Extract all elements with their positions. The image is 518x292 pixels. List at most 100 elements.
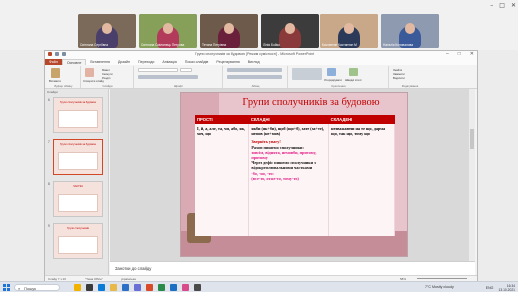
start-button[interactable] bbox=[3, 284, 10, 291]
participant-tile[interactable]: Лiлiя Бойко bbox=[261, 14, 319, 48]
shapes-gallery-icon[interactable] bbox=[292, 68, 322, 80]
app-icon[interactable] bbox=[182, 284, 189, 291]
participant-tile[interactable]: Світлана Сергіївна bbox=[78, 14, 136, 48]
clipboard-group: Вставити Буфер обміну bbox=[47, 66, 81, 88]
taskbar-search[interactable]: ⌕ Пошук bbox=[14, 284, 60, 291]
weather-app-icon[interactable] bbox=[74, 284, 81, 291]
scrollbar-thumb[interactable] bbox=[470, 129, 474, 149]
edge-browser-icon[interactable] bbox=[98, 284, 105, 291]
font-group: Шрифт bbox=[135, 66, 223, 88]
select-button[interactable]: Виділити bbox=[393, 76, 405, 80]
slide-title[interactable]: Групи сполучників за будовою bbox=[221, 97, 401, 108]
notes-pane[interactable]: Занотки до слайду bbox=[110, 261, 475, 276]
quick-styles-icon[interactable] bbox=[349, 68, 358, 76]
undo-icon[interactable] bbox=[62, 52, 66, 56]
editing-group: Знайти Замінити Виділити Редагування bbox=[390, 66, 430, 88]
ppt-window-controls: – □ ✕ bbox=[446, 51, 474, 57]
conjunctions-table[interactable]: ПРОСТІ СКЛАДНІ СКЛАДЕНІ І, й, а, але, та… bbox=[195, 115, 395, 236]
font-name-select[interactable] bbox=[138, 68, 178, 72]
font-size-select[interactable] bbox=[180, 68, 192, 72]
task-view-icon[interactable] bbox=[86, 284, 93, 291]
close-button[interactable]: ✕ bbox=[511, 2, 516, 10]
participant-name: Лiлiя Бойко bbox=[263, 43, 280, 47]
clock-date: 13.10.2021 bbox=[498, 287, 515, 292]
note-examples: зовсім, віднята, немовби, притому, причо… bbox=[251, 149, 317, 161]
arrange-icon[interactable] bbox=[327, 68, 336, 76]
section-button[interactable]: Розділ bbox=[102, 76, 110, 80]
participant-head bbox=[344, 23, 354, 34]
simple-conjunctions-cell: І, й, а, але, та, чи, або, як, хоч, що bbox=[195, 124, 250, 236]
maximize-button[interactable]: □ bbox=[458, 51, 461, 57]
complex-examples: якби (як+би), щоб (що+б), зате (за+те), … bbox=[251, 126, 325, 137]
drawing-group: Упорядкувати Швидкі стилі Креслення bbox=[289, 66, 389, 88]
thumbnail-title: Групи сполучників bbox=[67, 227, 89, 230]
input-language[interactable]: ENG bbox=[486, 286, 494, 290]
group-label: Шрифт bbox=[173, 84, 184, 88]
new-slide-icon[interactable] bbox=[85, 68, 94, 77]
search-icon: ⌕ bbox=[18, 286, 21, 291]
desktop-screen: – □ ✕ Світлана Сергіївна Світлана Смілян… bbox=[0, 0, 518, 292]
powerpoint-window: Групи сполучників за будовою [Режим сумі… bbox=[44, 50, 478, 281]
thumbnails-header[interactable]: Слайди bbox=[47, 90, 58, 94]
list-icons[interactable] bbox=[227, 68, 282, 72]
slide-number: 6 bbox=[48, 98, 50, 102]
quick-access-toolbar bbox=[48, 52, 66, 56]
participant-tile[interactable]: Костянтин Костянтин М bbox=[320, 14, 378, 48]
thumbnail-table bbox=[58, 152, 98, 170]
participant-head bbox=[102, 23, 112, 34]
file-explorer-icon[interactable] bbox=[110, 284, 117, 291]
align-icons[interactable] bbox=[227, 75, 282, 79]
group-label: Креслення bbox=[331, 84, 346, 88]
table-header: ПРОСТІ bbox=[195, 115, 249, 124]
group-label: Буфер обміну bbox=[54, 84, 73, 88]
search-label: Пошук bbox=[24, 286, 37, 291]
participant-name: Світлана Смілянець Петрова bbox=[141, 43, 185, 47]
participant-tile[interactable]: Тетяна Петрівна bbox=[200, 14, 258, 48]
participant-tile[interactable]: Світлана Смілянець Петрова bbox=[139, 14, 197, 48]
zoom-slider[interactable] bbox=[417, 278, 467, 279]
weather-widget[interactable]: 7°C Mostly cloudy bbox=[425, 282, 454, 292]
slide-number: 8 bbox=[48, 182, 50, 186]
compound-conjunctions-cell: незважаючи на те що, дарма що, так що, т… bbox=[328, 124, 395, 236]
participant-tile[interactable]: Наталія Коновалова bbox=[381, 14, 439, 48]
thumbnail-title: Групи сполучників за будовою bbox=[59, 101, 97, 104]
word-icon[interactable] bbox=[170, 284, 177, 291]
notes-placeholder[interactable]: Занотки до слайду bbox=[115, 266, 151, 271]
clock[interactable]: 16:34 13.10.2021 bbox=[498, 284, 515, 292]
table-header: СКЛАДНІ bbox=[248, 115, 329, 124]
app-icon[interactable] bbox=[194, 284, 201, 291]
participant-head bbox=[163, 23, 173, 34]
mail-icon[interactable] bbox=[122, 284, 129, 291]
group-label: Редагування bbox=[401, 84, 419, 88]
font-format-icons[interactable] bbox=[138, 75, 198, 79]
paste-button[interactable]: Вставити bbox=[49, 79, 61, 83]
paste-icon[interactable] bbox=[51, 68, 60, 78]
thumbnail-table bbox=[58, 236, 98, 254]
system-tray: ENG 16:34 13.10.2021 bbox=[486, 282, 515, 292]
windows-logo-icon bbox=[7, 284, 10, 287]
video-meeting-strip: – □ ✕ Світлана Сергіївна Світлана Смілян… bbox=[0, 0, 518, 50]
current-slide[interactable]: Групи сполучників за будовою ПРОСТІ СКЛА… bbox=[180, 92, 408, 257]
participant-name: Костянтин Костянтин М bbox=[322, 43, 357, 47]
slide-thumbnails-pane: Слайди 6 Групи сполучників за будовою 7 … bbox=[45, 89, 109, 275]
new-slide-button[interactable]: Створити слайд bbox=[83, 79, 104, 83]
slide-thumbnail[interactable]: 9 Групи сполучників bbox=[48, 223, 103, 259]
slide-thumbnail-selected[interactable]: 7 Групи сполучників за будовою bbox=[48, 139, 103, 175]
vertical-scrollbar[interactable] bbox=[469, 89, 475, 261]
powerpoint-taskbar-icon[interactable] bbox=[146, 284, 153, 291]
arrange-button[interactable]: Упорядкувати bbox=[324, 78, 342, 82]
app-icon[interactable] bbox=[158, 284, 165, 291]
slide-number: 7 bbox=[48, 140, 50, 144]
maximize-button[interactable]: □ bbox=[499, 2, 505, 10]
save-icon[interactable] bbox=[55, 52, 59, 56]
minimize-button[interactable]: – bbox=[446, 51, 449, 57]
complex-conjunctions-cell: якби (як+би), щоб (що+б), зате (за+те), … bbox=[248, 124, 330, 236]
teams-icon[interactable] bbox=[134, 284, 141, 291]
slide-thumbnail[interactable]: 8 ЧАСТКА bbox=[48, 181, 103, 217]
minimize-button[interactable]: – bbox=[490, 2, 493, 10]
close-button[interactable]: ✕ bbox=[470, 51, 474, 57]
quick-styles-button[interactable]: Швидкі стилі bbox=[345, 78, 361, 82]
slides-group: Створити слайд Макет Скинути Розділ Слай… bbox=[82, 66, 134, 88]
group-label: Абзац bbox=[251, 84, 260, 88]
slide-thumbnail[interactable]: 6 Групи сполучників за будовою bbox=[48, 97, 103, 133]
